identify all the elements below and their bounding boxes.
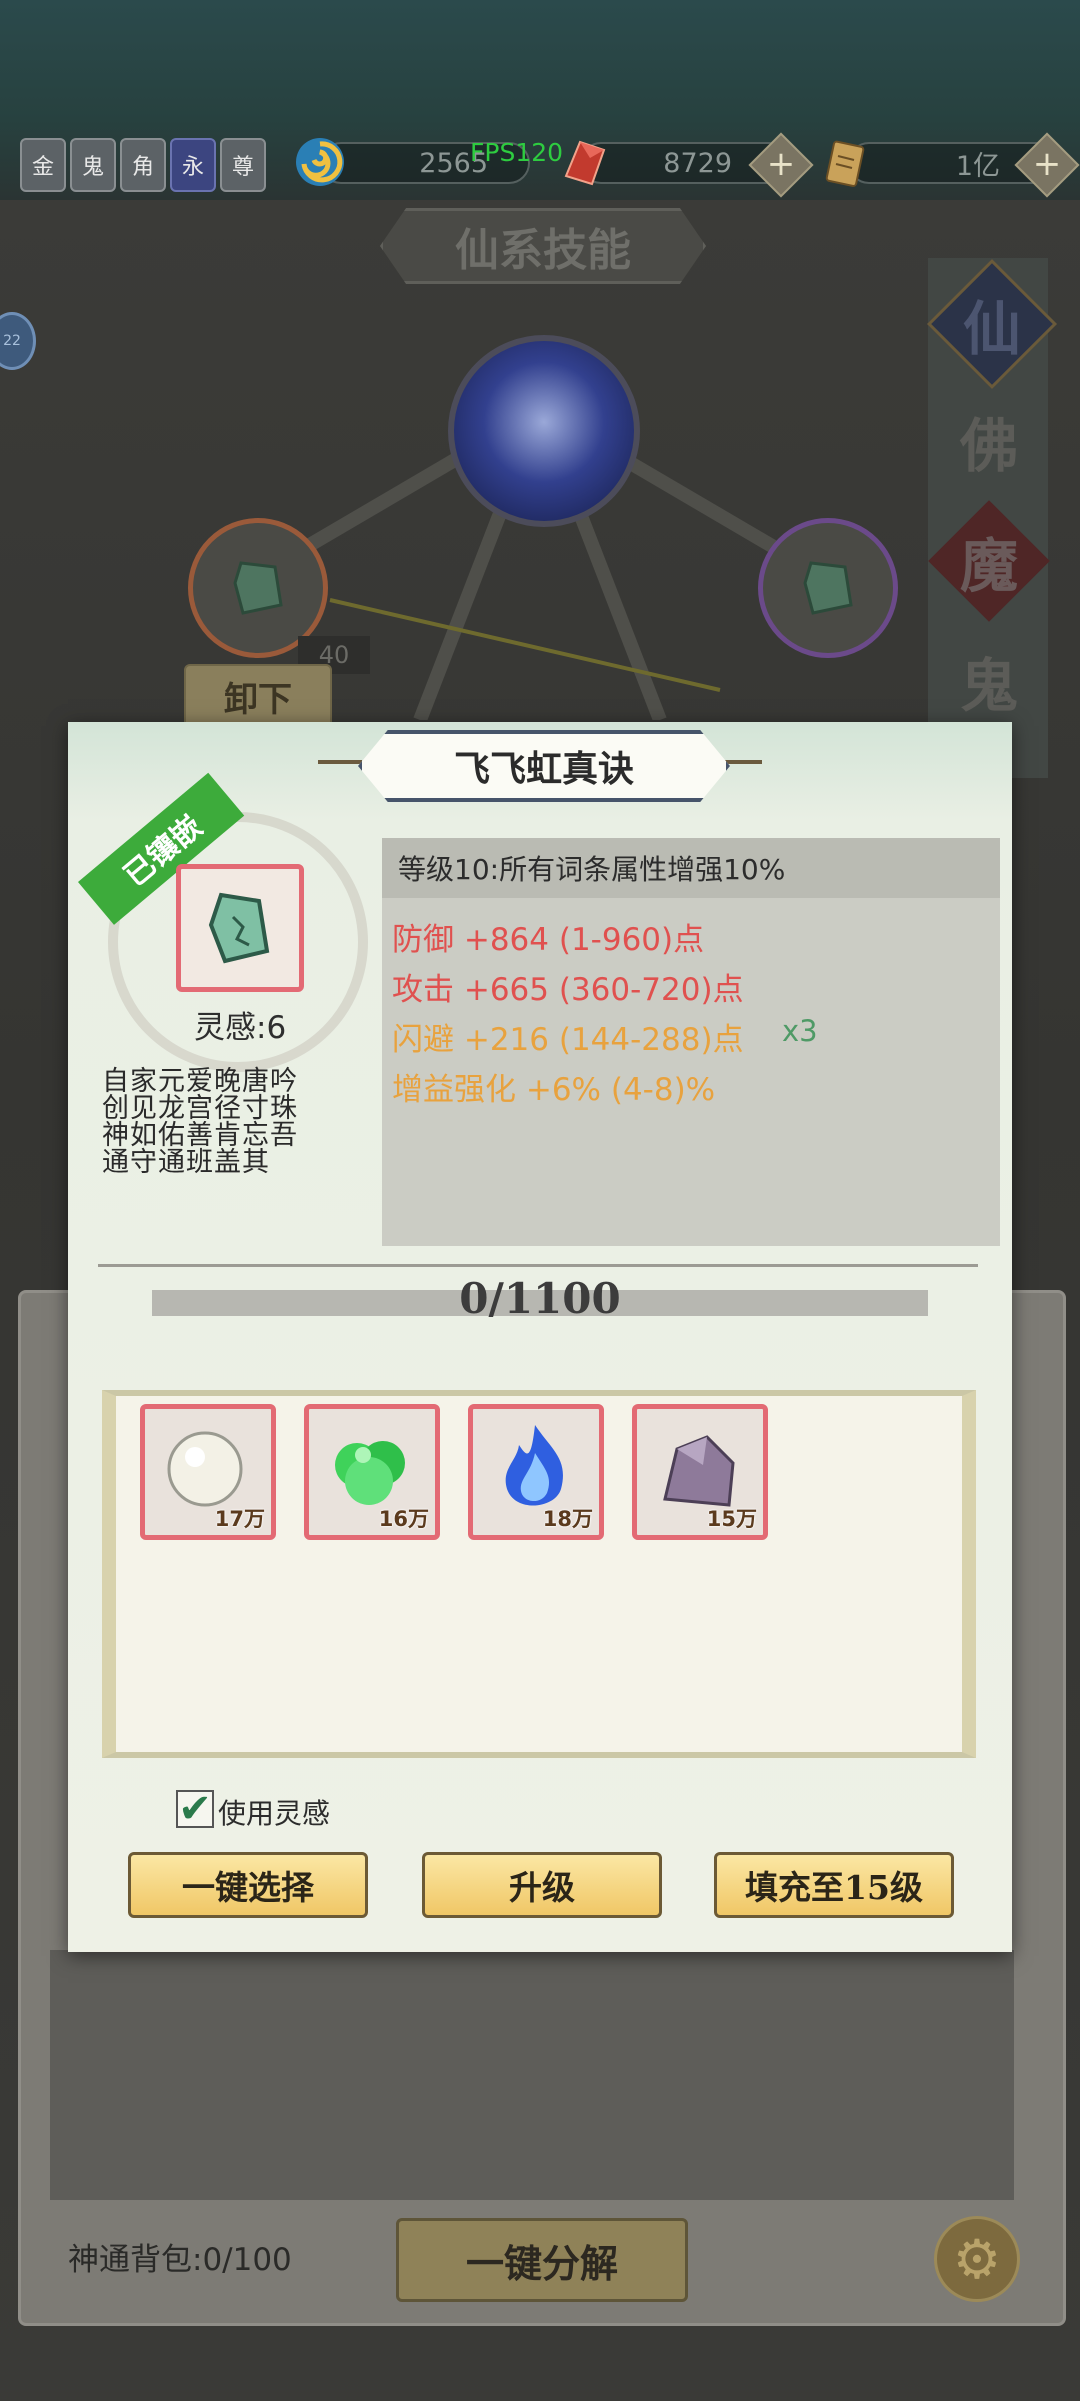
attribute-dodge-multiplier: x3 [782,1014,818,1048]
skill-core-orb[interactable] [448,335,640,527]
material-count: 17万 [214,1507,265,1531]
plus-icon: + [766,144,796,184]
exp-progress-text: 0/1100 [459,1274,621,1323]
material-pearl[interactable]: 17万 [140,1404,276,1540]
attribute-panel: 等级10:所有词条属性增强10% 防御 +864 (1-960)点 攻击 +66… [382,838,1000,1246]
skill-slot-right[interactable] [758,518,898,658]
red-crystal-icon [564,140,606,186]
attribute-defense: 防御 +864 (1-960)点 [392,922,705,958]
gear-icon[interactable]: ⚙ [934,2216,1020,2302]
inspire-value: 灵感:6 [194,1010,287,1046]
attribute-dodge: 闪避 +216 (144-288)点 [392,1022,744,1058]
upgrade-button[interactable]: 升级 [422,1852,662,1918]
use-inspire-checkbox[interactable]: ✔ [176,1786,214,1832]
modal-title: 飞飞虹真诀 [358,730,730,802]
section-title: 仙系技能 [380,208,706,284]
poem-line: 通守通班盖其 [102,1147,270,1178]
title-tag-gold[interactable]: 金 [20,138,66,192]
plus-icon: + [1032,144,1062,184]
skill-gem-slot[interactable] [176,864,304,992]
jade-stone-icon [803,561,853,615]
material-count: 18万 [542,1507,593,1531]
poem-line: 自家元爱晚唐吟 [102,1066,298,1097]
checkmark-icon: ✔ [178,1786,212,1832]
attribute-attack: 攻击 +665 (360-720)点 [392,972,744,1008]
poem-line: 神如佑善肯忘吾 [102,1120,298,1151]
title-tag-horn[interactable]: 角 [120,138,166,192]
decompose-all-button[interactable]: 一键分解 [396,2218,688,2302]
title-tag-ghost[interactable]: 鬼 [70,138,116,192]
skill-poem: 自家元爱晚唐吟 创见龙宫径寸珠 神如佑善肯忘吾 通守通班盖其 [102,1068,342,1176]
skill-detail-modal: 飞飞虹真诀 已镶嵌 灵感:6 自家元爱晚唐吟 创见龙宫径寸珠 神如佑善肯忘吾 通… [68,722,1012,1952]
material-herb[interactable]: 16万 [304,1404,440,1540]
swirl-coin-icon [296,138,344,186]
auto-select-button[interactable]: 一键选择 [128,1852,368,1918]
divider [98,1264,978,1267]
scroll-ticket-icon [825,140,865,187]
fill-to-level-button[interactable]: 填充至15级 [714,1852,954,1918]
resource-ticket-value: 1亿 [955,150,1000,182]
unload-button[interactable]: 卸下 [184,664,332,728]
fps-counter: FPS120 [470,138,564,167]
poem-line: 创见龙宫径寸珠 [102,1093,298,1124]
attribute-header: 等级10:所有词条属性增强10% [382,838,1000,898]
attribute-buff: 增益强化 +6% (4-8)% [392,1072,716,1108]
title-ornament-left [318,760,362,764]
backpack-count: 神通背包:0/100 [68,2242,292,2278]
backpack-grid [50,1950,1014,2200]
material-ore[interactable]: 15万 [632,1404,768,1540]
jade-stone-icon [208,892,270,964]
resource-crystal-value: 8729 [663,147,732,179]
use-inspire-label: 使用灵感 [218,1797,331,1830]
material-count: 15万 [706,1507,757,1531]
jade-stone-icon [233,561,283,615]
material-flame[interactable]: 18万 [468,1404,604,1540]
material-count: 16万 [378,1507,429,1531]
title-tag-honor[interactable]: 尊 [220,138,266,192]
title-tag-eternal[interactable]: 永 [170,138,216,192]
material-grid: 17万 16万 18万 15万 [102,1390,976,1758]
